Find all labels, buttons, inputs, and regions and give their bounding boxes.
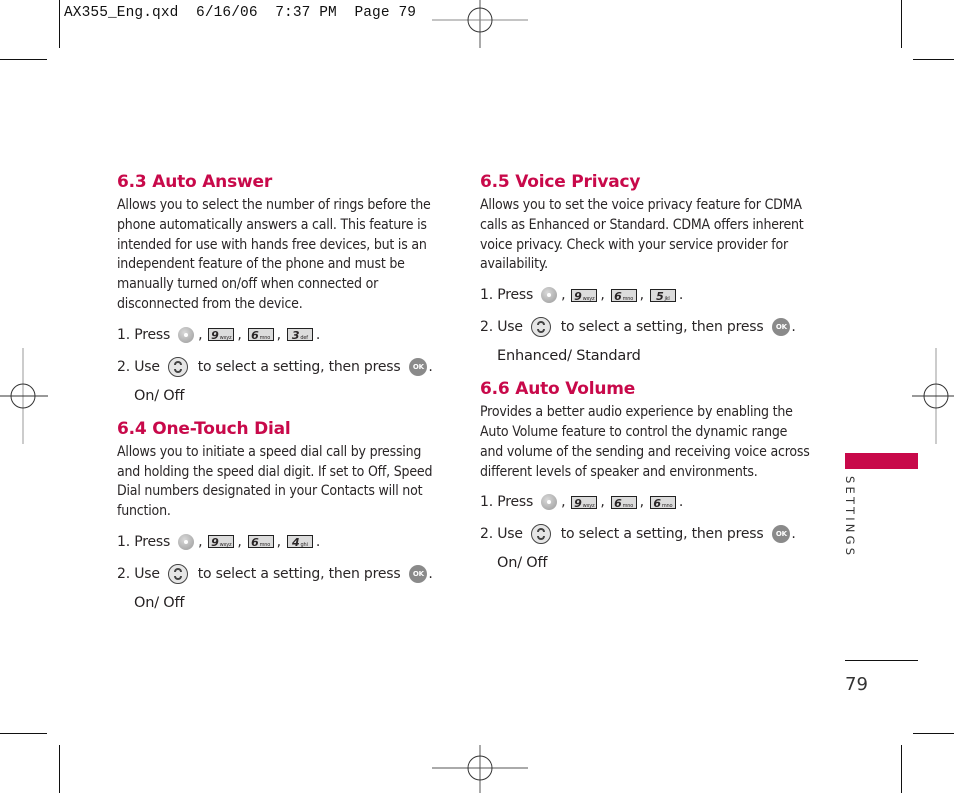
crop-mark: [901, 745, 902, 793]
step-2: 2. Use to select a setting, then press O…: [480, 317, 796, 338]
key-9-icon: 9 wxyz: [571, 495, 598, 510]
section-auto-volume: 6.6 Auto Volume Provides a better audio …: [480, 377, 810, 576]
section-title: 6.4 One-Touch Dial: [117, 418, 291, 439]
section-one-touch-dial: 6.4 One-Touch Dial Allows you to initiat…: [117, 417, 447, 616]
key-6-icon: 6 mno: [247, 328, 274, 342]
ok-key-icon: OK: [409, 564, 428, 583]
section-body: Allows you to initiate a speed dial call…: [117, 443, 433, 520]
section-voice-privacy: 6.5 Voice Privacy Allows you to set the …: [480, 170, 810, 369]
menu-key-icon: [541, 494, 558, 511]
key-9-icon: 9 wxyz: [208, 535, 235, 549]
section-title: 6.6 Auto Volume: [480, 379, 636, 400]
crop-mark: [913, 733, 954, 734]
setting-options: On/ Off: [134, 387, 185, 404]
step-2: 2. Use to select a setting, then press O…: [117, 563, 433, 584]
ok-key-icon: OK: [409, 357, 428, 376]
page-number: 79: [845, 674, 868, 695]
section-body: Provides a better audio experience by en…: [480, 404, 810, 480]
key-5-icon: 5 jkl: [649, 288, 676, 303]
registration-mark-top: [432, 0, 528, 48]
menu-key-icon: [178, 533, 195, 550]
key-6-icon: 6 mno: [610, 288, 637, 303]
key-6-icon: 6 mno: [610, 495, 637, 510]
registration-mark-bottom: [432, 745, 528, 793]
right-column: 6.5 Voice Privacy Allows you to set the …: [480, 170, 810, 584]
step-1: 1. Press , 9 wxyz, 6 mno, 6 mno.: [480, 494, 684, 511]
navigation-key-icon: [530, 317, 551, 338]
crop-mark: [59, 0, 60, 48]
setting-options: On/ Off: [134, 594, 185, 611]
navigation-key-icon: [530, 524, 551, 545]
step-2: 2. Use to select a setting, then press O…: [117, 356, 433, 377]
key-9-icon: 9 wxyz: [571, 288, 598, 303]
section-auto-answer: 6.3 Auto Answer Allows you to select the…: [117, 170, 447, 409]
ok-key-icon: OK: [772, 525, 791, 544]
section-title: 6.5 Voice Privacy: [480, 172, 641, 192]
navigation-key-icon: [167, 563, 188, 584]
step-1: 1. Press , 9 wxyz, 6 mno, 3 def.: [117, 326, 321, 343]
setting-options: Enhanced/ Standard: [497, 348, 641, 365]
section-title: 6.3 Auto Answer: [117, 172, 273, 192]
crop-mark: [913, 59, 954, 60]
key-9-icon: 9 wxyz: [208, 328, 235, 342]
step-1: 1. Press , 9 wxyz, 6 mno, 5 jkl.: [480, 287, 684, 304]
section-body: Allows you to set the voice privacy feat…: [480, 197, 804, 273]
menu-key-icon: [178, 326, 195, 343]
section-body: Allows you to select the number of rings…: [117, 197, 431, 312]
section-tab-bar: [845, 453, 918, 469]
key-6-icon: 6 mno: [247, 535, 274, 549]
setting-options: On/ Off: [497, 555, 548, 572]
key-4-icon: 4 ghi: [286, 535, 313, 549]
step-2: 2. Use to select a setting, then press O…: [480, 524, 796, 545]
crop-mark: [901, 0, 902, 48]
printer-slug: AX355_Eng.qxd 6/16/06 7:37 PM Page 79: [64, 5, 417, 21]
registration-mark-left: [0, 348, 48, 444]
step-1: 1. Press , 9 wxyz, 6 mno, 4 ghi.: [117, 533, 321, 550]
section-tab-label: SETTINGS: [843, 476, 857, 559]
key-6-icon: 6 mno: [649, 495, 676, 510]
ok-key-icon: OK: [772, 318, 791, 337]
navigation-key-icon: [167, 356, 188, 377]
page-number-rule: [845, 660, 918, 661]
crop-mark: [0, 59, 47, 60]
menu-key-icon: [541, 287, 558, 304]
crop-mark: [59, 745, 60, 793]
key-3-icon: 3 def: [286, 328, 313, 342]
left-column: 6.3 Auto Answer Allows you to select the…: [117, 170, 447, 624]
registration-mark-right: [912, 348, 954, 444]
crop-mark: [0, 733, 47, 734]
